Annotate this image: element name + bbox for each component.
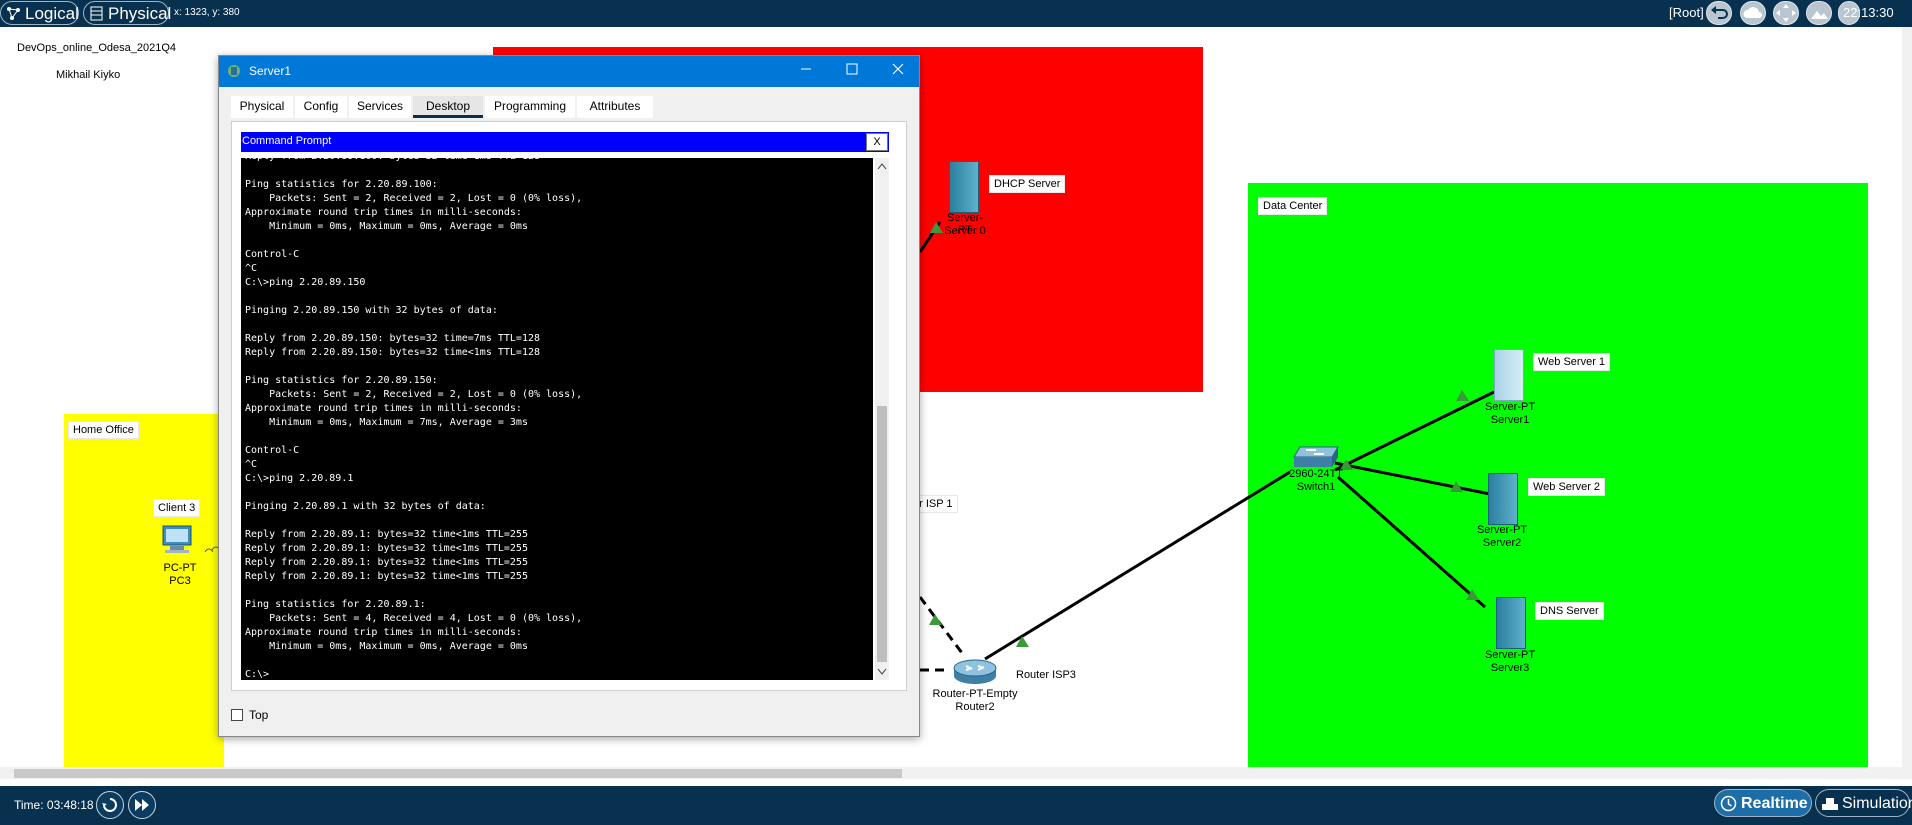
terminal-text: Reply from 2.20.89.100: bytes=32 time<1m… xyxy=(245,158,583,680)
clock: 22:13:30 xyxy=(1843,5,1894,20)
web-server1-label: Web Server 1 xyxy=(1533,353,1611,371)
link-web2 xyxy=(1334,461,1491,496)
tab-physical[interactable]: Physical xyxy=(231,96,293,118)
command-prompt-title: Command Prompt xyxy=(242,135,332,147)
tab-attributes[interactable]: Attributes xyxy=(577,96,653,118)
top-toolbar: Logical Physical x: 1323, y: 380 [Root] … xyxy=(0,0,1912,27)
fast-forward-icon xyxy=(135,799,149,811)
dns-server-label: DNS Server xyxy=(1535,602,1604,620)
realtime-mode-button[interactable]: Realtime xyxy=(1714,789,1812,817)
link-status-dot xyxy=(1456,390,1469,401)
window-titlebar[interactable]: Server1 xyxy=(219,56,919,87)
simulation-icon xyxy=(1822,798,1838,810)
simulation-mode-button[interactable]: Simulation xyxy=(1815,789,1912,817)
pc3-name: PC3 xyxy=(169,575,191,587)
vertical-scrollbar[interactable] xyxy=(1902,27,1912,779)
fast-forward-button[interactable] xyxy=(128,791,156,819)
window-title: Server1 xyxy=(249,64,292,78)
logical-icon xyxy=(7,7,20,20)
logical-view-button[interactable]: Logical xyxy=(0,1,79,25)
link-dns xyxy=(1337,475,1486,609)
physical-view-button[interactable]: Physical xyxy=(83,1,172,25)
move-icon[interactable] xyxy=(1773,1,1799,25)
tab-config[interactable]: Config xyxy=(295,96,347,118)
minimize-icon xyxy=(801,68,811,70)
simulation-time: Time: 03:48:18 xyxy=(14,798,94,812)
server-icon[interactable] xyxy=(1494,349,1524,401)
server1-type: Server-PT xyxy=(1484,401,1536,413)
close-icon xyxy=(892,63,904,75)
web-server2-label: Web Server 2 xyxy=(1528,478,1606,496)
server-icon[interactable] xyxy=(1488,473,1518,525)
pc-icon[interactable] xyxy=(160,524,194,554)
server1-name: Server1 xyxy=(1490,414,1530,426)
server-icon[interactable] xyxy=(949,161,979,213)
chevron-up-icon[interactable] xyxy=(877,162,887,170)
maximize-icon xyxy=(846,63,858,75)
server3-type: Server-PT xyxy=(1484,649,1536,661)
device-tabs: Physical Config Services Desktop Program… xyxy=(231,96,881,118)
router-isp3-label: Router ISP3 xyxy=(1016,669,1076,681)
link-web1 xyxy=(1334,390,1495,472)
server2-name: Server2 xyxy=(1482,537,1522,549)
link-isp1-router2 xyxy=(918,596,967,658)
root-breadcrumb[interactable]: [Root] xyxy=(1669,5,1704,20)
image-icon[interactable] xyxy=(1806,1,1832,25)
server-icon[interactable] xyxy=(1496,597,1526,649)
tab-services[interactable]: Services xyxy=(349,96,411,118)
cloud-icon[interactable] xyxy=(1740,1,1766,25)
top-checkbox[interactable] xyxy=(231,709,243,721)
chevron-down-icon[interactable] xyxy=(877,668,887,676)
command-prompt-close-button[interactable]: X xyxy=(866,133,888,151)
dhcp-server-label: DHCP Server xyxy=(989,175,1066,193)
physical-label: Physical xyxy=(108,4,172,23)
router-icon[interactable] xyxy=(952,657,998,685)
link-router2-switch xyxy=(984,470,1291,661)
router2-type: Router-PT-Empty xyxy=(932,688,1018,700)
logical-label: Logical xyxy=(25,4,79,23)
tab-programming[interactable]: Programming xyxy=(485,96,575,118)
server0-name: Server 0 xyxy=(944,225,986,237)
physical-icon xyxy=(90,6,103,21)
horizontal-scroll-thumb[interactable] xyxy=(14,769,902,778)
link-status-dot xyxy=(929,614,942,625)
server1-window[interactable]: Server1 Physical Config Services Desktop… xyxy=(218,55,920,737)
terminal-output[interactable]: Reply from 2.20.89.100: bytes=32 time<1m… xyxy=(241,158,873,680)
realtime-icon xyxy=(1720,795,1737,812)
tab-desktop[interactable]: Desktop xyxy=(413,96,483,118)
top-checkbox-label: Top xyxy=(249,708,269,722)
close-button[interactable] xyxy=(875,56,921,87)
realtime-label: Realtime xyxy=(1741,795,1808,812)
terminal-scroll-thumb[interactable] xyxy=(877,406,887,662)
switch1-type: 2960-24TT xyxy=(1289,468,1343,480)
reset-time-button[interactable] xyxy=(96,791,124,819)
server2-type: Server-PT xyxy=(1476,524,1528,536)
coordinates-readout: x: 1323, y: 380 xyxy=(174,7,240,18)
client3-label: Client 3 xyxy=(153,499,201,517)
simulation-label: Simulation xyxy=(1842,795,1912,812)
bottom-toolbar: Time: 03:48:18 xyxy=(0,786,1912,825)
switch1-name: Switch1 xyxy=(1296,481,1336,493)
pc3-type: PC-PT xyxy=(163,562,197,574)
maximize-button[interactable] xyxy=(829,56,875,87)
minimize-button[interactable] xyxy=(783,56,829,87)
server-window-icon xyxy=(228,65,240,77)
command-prompt-titlebar[interactable]: Command Prompt X xyxy=(241,132,889,152)
reset-icon xyxy=(102,798,117,812)
router2-name: Router2 xyxy=(955,701,995,713)
undo-icon[interactable] xyxy=(1706,1,1732,25)
server3-name: Server3 xyxy=(1490,662,1530,674)
